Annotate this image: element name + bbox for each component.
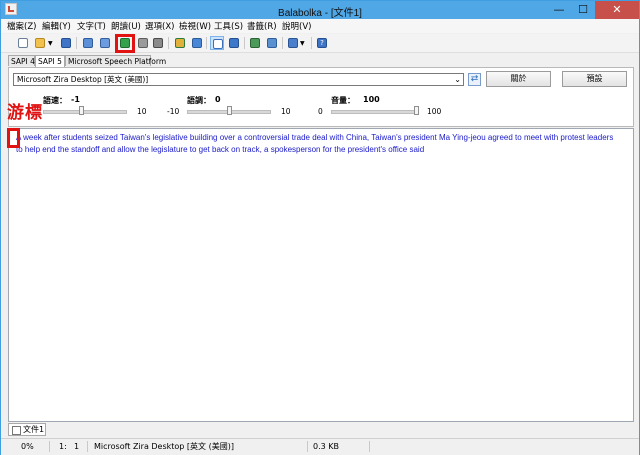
settings-button[interactable]: 預設 <box>562 71 627 87</box>
pitch-slider[interactable] <box>187 106 271 116</box>
bookmarks-icon[interactable] <box>286 36 300 50</box>
read-clipboard-icon[interactable] <box>81 36 95 50</box>
volume-value: 100 <box>363 95 380 104</box>
volume-slider[interactable] <box>331 106 419 116</box>
about-button[interactable]: 關於 <box>486 71 551 87</box>
menu-bookmarks[interactable]: 書籤(R) <box>247 20 277 32</box>
status-separator <box>307 441 308 452</box>
application-window: Balabolka - [文件1] — ☐ ✕ 檔案(Z) 編輯(Y) 文字(T… <box>0 0 640 455</box>
stop-icon[interactable] <box>151 36 165 50</box>
toolbar-separator <box>282 37 283 49</box>
volume-slider-track <box>331 110 419 114</box>
tab-microsoft-speech-platform[interactable]: Microsoft Speech Platform <box>65 55 166 66</box>
refresh-voices-icon[interactable]: ⇄ <box>468 73 481 86</box>
cursor-annotation-label: 游標 <box>7 103 43 123</box>
status-separator <box>369 441 370 452</box>
menu-bar: 檔案(Z) 編輯(Y) 文字(T) 朗讀(U) 選項(X) 檢視(W) 工具(S… <box>1 19 639 33</box>
menu-file[interactable]: 檔案(Z) <box>7 20 36 32</box>
open-folder-icon[interactable] <box>33 36 47 50</box>
status-separator <box>87 441 88 452</box>
document-tab-bar: 文件1 <box>8 423 634 437</box>
save-icon[interactable] <box>59 36 73 50</box>
dropdown-arrow-icon[interactable]: ▼ <box>47 36 55 50</box>
pitch-slider-thumb[interactable] <box>227 106 232 115</box>
status-size: 0.3 KB <box>313 442 339 451</box>
text-editor[interactable]: A week after students seized Taiwan's le… <box>8 128 634 422</box>
rate-slider-track <box>43 110 127 114</box>
new-document-icon[interactable] <box>16 36 30 50</box>
volume-label: 音量： <box>331 96 355 105</box>
status-position: 1: <box>59 442 67 451</box>
pitch-label: 語調： <box>187 96 211 105</box>
volume-max: 100 <box>427 107 442 116</box>
cursor-highlight <box>7 128 20 148</box>
spell-check-icon[interactable] <box>248 36 262 50</box>
status-voice: Microsoft Zira Desktop [英文 (美國)] <box>94 442 234 451</box>
tab-sapi4[interactable]: SAPI 4 <box>8 55 35 66</box>
pause-icon[interactable] <box>136 36 150 50</box>
close-button[interactable]: ✕ <box>595 1 639 19</box>
minimize-button[interactable]: — <box>547 1 571 19</box>
pitch-min: -10 <box>167 107 180 116</box>
editor-text[interactable]: A week after students seized Taiwan's le… <box>16 132 621 155</box>
convert-icon[interactable] <box>265 36 279 50</box>
status-separator <box>49 441 50 452</box>
volume-min: 0 <box>318 107 323 116</box>
document-tab-checkbox[interactable] <box>12 426 21 435</box>
menu-text[interactable]: 文字(T) <box>77 20 106 32</box>
menu-tools[interactable]: 工具(S) <box>214 20 243 32</box>
title-bar[interactable]: Balabolka - [文件1] — ☐ ✕ <box>1 1 639 19</box>
help-icon[interactable]: ? <box>315 36 329 50</box>
voice-panel: Microsoft Zira Desktop [英文 (美國)] ⌄ ⇄ 關於 … <box>8 67 634 127</box>
menu-speech[interactable]: 朗讀(U) <box>111 20 141 32</box>
rate-label: 語速： <box>43 96 67 105</box>
chevron-down-icon[interactable]: ⌄ <box>454 74 461 85</box>
bookmarks-dropdown-icon[interactable]: ▼ <box>299 36 307 50</box>
read-file-icon[interactable] <box>98 36 112 50</box>
toolbar-separator <box>168 37 169 49</box>
voice-select-value: Microsoft Zira Desktop [英文 (美國)] <box>17 75 149 84</box>
maximize-button[interactable]: ☐ <box>571 1 595 19</box>
pitch-value: 0 <box>215 95 221 104</box>
rate-slider[interactable] <box>43 106 127 116</box>
toolbar-separator <box>206 37 207 49</box>
volume-slider-thumb[interactable] <box>414 106 419 115</box>
voice-select[interactable]: Microsoft Zira Desktop [英文 (美國)] ⌄ <box>13 73 464 86</box>
status-line: 1 <box>74 442 80 451</box>
split-icon[interactable] <box>190 36 204 50</box>
document-tab-label: 文件1 <box>23 425 45 434</box>
menu-view[interactable]: 檢視(W) <box>179 20 211 32</box>
menu-edit[interactable]: 編輯(Y) <box>42 20 71 32</box>
rate-max: 10 <box>137 107 147 116</box>
text-view-icon[interactable] <box>210 36 224 50</box>
status-bar: 0% 1: 1 Microsoft Zira Desktop [英文 (美國)]… <box>1 438 639 455</box>
pitch-max: 10 <box>281 107 291 116</box>
toolbar-separator <box>76 37 77 49</box>
toolbar-separator <box>311 37 312 49</box>
menu-options[interactable]: 選項(X) <box>145 20 174 32</box>
dictionary-icon[interactable] <box>227 36 241 50</box>
document-tab[interactable]: 文件1 <box>8 423 46 436</box>
status-progress: 0% <box>21 442 34 451</box>
save-audio-icon[interactable] <box>173 36 187 50</box>
menu-help[interactable]: 說明(V) <box>282 20 311 32</box>
rate-slider-thumb[interactable] <box>79 106 84 115</box>
tab-sapi5[interactable]: SAPI 5 <box>35 55 65 67</box>
toolbar-separator <box>244 37 245 49</box>
play-button-highlight <box>115 34 135 53</box>
rate-value: -1 <box>71 95 80 104</box>
toolbar: ▼ ▼ ? <box>1 34 639 53</box>
window-title: Balabolka - [文件1] <box>278 8 362 19</box>
